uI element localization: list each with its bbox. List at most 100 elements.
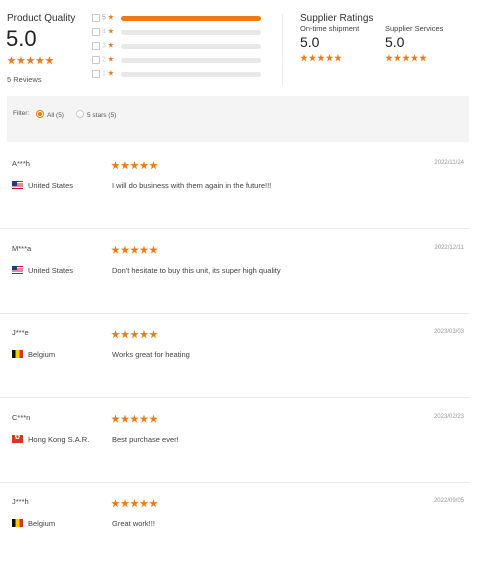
review-country: Hong Kong S.A.R. xyxy=(12,433,89,444)
review-item: J***e Belgium Works great for heating 2023/… xyxy=(0,313,478,397)
star-icon xyxy=(402,54,410,62)
rating-bar xyxy=(121,43,261,49)
review-stars xyxy=(111,330,159,339)
star-icon xyxy=(419,54,427,62)
rating-row-label: 4 xyxy=(102,28,114,37)
review-date: 2023/02/23 xyxy=(433,413,464,420)
star-icon xyxy=(108,56,114,62)
star-icon xyxy=(325,54,334,62)
review-user: J***h xyxy=(12,497,29,506)
rating-row-value: 3 xyxy=(102,42,106,50)
supplier-ratings-label: Supplier Ratings xyxy=(300,13,374,24)
rating-filter-checkbox[interactable] xyxy=(92,28,100,36)
rating-row-label: 1 xyxy=(102,70,114,79)
review-stars xyxy=(111,414,159,424)
star-icon xyxy=(7,56,16,65)
review-text: I will do business with them again in th… xyxy=(112,181,272,190)
star-icon xyxy=(120,161,130,170)
radio-unselected-icon xyxy=(76,110,84,118)
star-icon xyxy=(108,14,114,20)
rating-row-label: 3 xyxy=(102,42,114,51)
review-date: 2023/03/03 xyxy=(433,329,464,335)
review-user: A***h xyxy=(12,159,30,168)
star-icon xyxy=(120,414,130,423)
filter-bar: Filter: All (5) 5 stars (5) xyxy=(7,96,469,142)
rating-bar xyxy=(121,71,261,77)
rating-filter-checkbox[interactable] xyxy=(92,56,100,64)
product-quality-score: 5.0 xyxy=(6,26,37,51)
rating-bar xyxy=(121,57,261,63)
rating-row-label: 2 xyxy=(102,56,114,65)
summary-divider xyxy=(282,14,283,86)
review-country: United States xyxy=(12,265,74,275)
star-icon xyxy=(139,245,149,254)
filter-option-all[interactable]: All (5) xyxy=(36,110,64,119)
filter-option-label: All (5) xyxy=(47,112,64,119)
star-icon xyxy=(108,70,114,76)
on-time-shipment-score: 5.0 xyxy=(300,34,320,50)
hk-flag-icon xyxy=(12,433,23,443)
review-item: J***h Belgium Great work!!! 2022/09/05 xyxy=(0,482,478,566)
review-country: Belgium xyxy=(12,350,55,359)
review-country: Belgium xyxy=(12,519,55,528)
star-icon xyxy=(393,54,402,62)
on-time-shipment-stars xyxy=(300,54,343,62)
review-country-name: United States xyxy=(28,181,74,190)
star-icon xyxy=(139,330,149,339)
review-date: 2022/09/05 xyxy=(433,498,464,504)
rating-filter-checkbox[interactable] xyxy=(92,14,100,22)
star-icon xyxy=(130,330,139,339)
star-icon xyxy=(334,54,342,62)
star-icon xyxy=(111,245,120,254)
star-icon xyxy=(149,330,158,339)
supplier-services-stars xyxy=(385,54,428,62)
product-quality-label: Product Quality xyxy=(7,13,76,24)
review-item: A***h United States I will do business wit… xyxy=(0,144,478,228)
review-country-name: United States xyxy=(28,265,74,275)
on-time-shipment-label: On-time shipment xyxy=(300,24,360,33)
star-icon xyxy=(120,499,130,508)
supplier-services-score: 5.0 xyxy=(385,34,405,50)
review-stars xyxy=(111,499,159,508)
rating-bar-fill xyxy=(121,15,261,21)
review-user: M***a xyxy=(12,243,32,253)
review-date: 2022/11/24 xyxy=(434,160,464,166)
be-flag-icon xyxy=(12,519,23,527)
star-icon xyxy=(149,414,158,423)
review-text: Best purchase ever! xyxy=(112,434,179,444)
star-icon xyxy=(308,54,317,62)
star-icon xyxy=(139,499,149,508)
reviews-count: 5 Reviews xyxy=(7,75,42,84)
star-icon xyxy=(130,499,139,508)
star-icon xyxy=(45,56,54,65)
star-icon xyxy=(149,245,158,254)
rating-bar xyxy=(121,15,261,21)
review-country-name: Belgium xyxy=(28,350,56,359)
star-icon xyxy=(130,414,139,423)
review-item: M***a United States Don't hesitate to buy … xyxy=(0,229,478,313)
rating-filter-checkbox[interactable] xyxy=(92,42,100,50)
star-icon xyxy=(130,161,139,170)
radio-selected-icon xyxy=(36,110,44,118)
star-icon xyxy=(111,499,120,508)
star-icon xyxy=(149,499,158,508)
star-icon xyxy=(149,161,158,170)
rating-row-label: 5 xyxy=(102,14,114,23)
review-text: Don't hesitate to buy this unit, its sup… xyxy=(112,265,281,275)
star-icon xyxy=(108,42,114,48)
be-flag-icon xyxy=(12,350,23,358)
filter-label: Filter: xyxy=(13,110,30,117)
rating-bar xyxy=(121,29,261,35)
supplier-services-label: Supplier Services xyxy=(385,24,444,33)
star-icon xyxy=(111,161,120,170)
review-text: Great work!!! xyxy=(112,519,155,528)
review-stars xyxy=(111,245,159,255)
rating-row-value: 4 xyxy=(102,28,106,36)
filter-option-5-stars[interactable]: 5 stars (5) xyxy=(76,110,116,119)
star-icon xyxy=(111,414,120,423)
product-quality-stars xyxy=(7,56,55,65)
us-flag-icon xyxy=(12,181,23,189)
star-icon xyxy=(26,56,35,65)
review-country: United States xyxy=(12,181,73,190)
rating-filter-checkbox[interactable] xyxy=(92,70,100,78)
